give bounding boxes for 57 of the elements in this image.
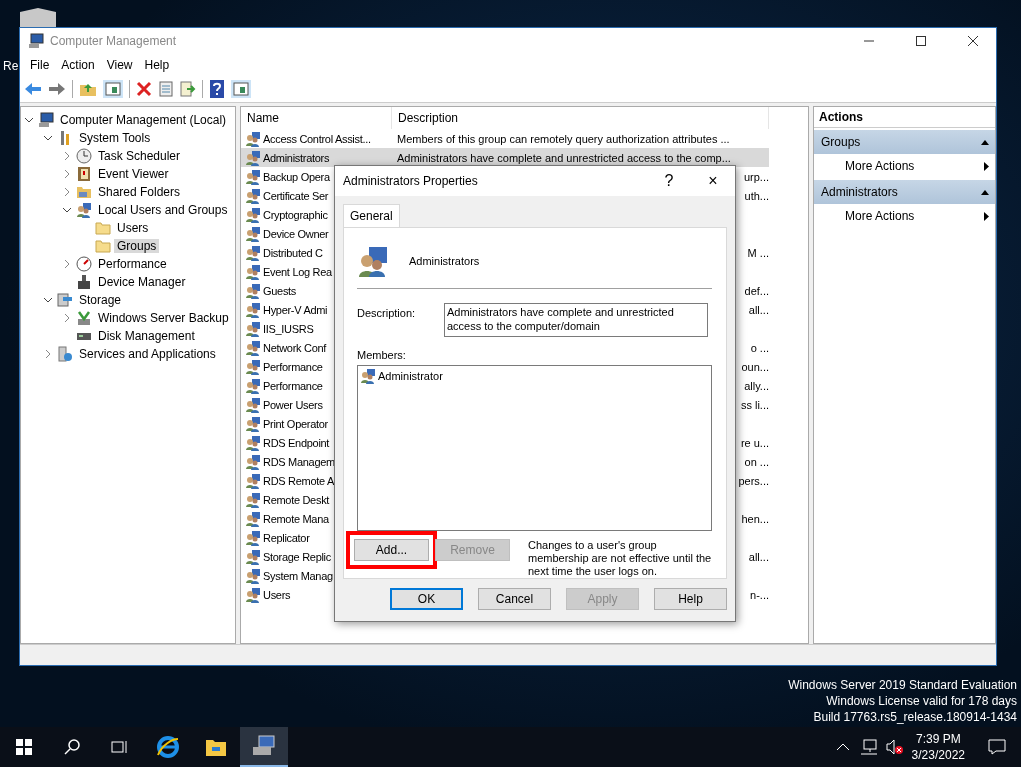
group-name: Remote Deskt bbox=[263, 493, 330, 506]
group-description: M ... bbox=[747, 246, 769, 259]
group-name: RDS Endpoint bbox=[263, 436, 330, 449]
group-name: Event Log Rea bbox=[263, 265, 332, 278]
group-name: Network Conf bbox=[263, 341, 327, 354]
group-name: Hyper-V Admi bbox=[263, 303, 328, 316]
group-name: Storage Replic bbox=[263, 550, 331, 563]
group-name: Print Operator bbox=[263, 417, 328, 430]
group-name: Access Control Assist... bbox=[263, 132, 371, 145]
edition-text: Windows Server 2019 Standard Evaluation bbox=[788, 677, 1017, 693]
group-name: Users bbox=[263, 588, 291, 601]
group-description: n-... bbox=[750, 588, 769, 601]
group-name: Cryptographic bbox=[263, 208, 328, 221]
group-description: on ... bbox=[744, 455, 769, 468]
group-name: RDS Managem bbox=[263, 455, 335, 468]
group-name: Performance bbox=[263, 379, 323, 392]
action-label: More Actions bbox=[845, 209, 915, 223]
group-name: Guests bbox=[263, 284, 297, 297]
group-name: System Manag bbox=[263, 569, 333, 582]
actions-header: Actions bbox=[814, 107, 995, 128]
description-label: Description: bbox=[357, 305, 417, 321]
group-description: all... bbox=[748, 303, 769, 316]
group-name: Backup Opera bbox=[263, 170, 330, 183]
dialog-title: Administrators Properties bbox=[343, 174, 479, 188]
group-name: Performance bbox=[263, 360, 323, 373]
group-description: hen... bbox=[741, 512, 769, 525]
group-name: Replicator bbox=[263, 531, 310, 544]
group-description: Administrators have complete and unrestricted access to the comp... bbox=[396, 151, 732, 164]
action-label: More Actions bbox=[845, 159, 915, 173]
group-name: Certificate Ser bbox=[263, 189, 329, 202]
group-name: RDS Remote A bbox=[263, 474, 334, 487]
desktop-icon-label: Re bbox=[3, 59, 19, 73]
group-name: Administrators bbox=[263, 151, 330, 164]
group-description: ally... bbox=[744, 379, 769, 392]
group-name: Power Users bbox=[263, 398, 323, 411]
group-description: def... bbox=[744, 284, 769, 297]
group-description: all... bbox=[748, 550, 769, 563]
group-name: Remote Mana bbox=[263, 512, 329, 525]
membership-note: Changes to a user's group membership are not effective until the next time the user logs on. bbox=[528, 539, 712, 578]
group-description: uth... bbox=[744, 189, 769, 202]
edition-text: Windows License valid for 178 days bbox=[825, 693, 1017, 709]
section-title: Groups bbox=[821, 135, 861, 149]
group-name: IIS_IUSRS bbox=[263, 322, 314, 335]
group-description: o ... bbox=[750, 341, 769, 354]
group-description: re u... bbox=[740, 436, 769, 449]
section-title: Administrators bbox=[821, 185, 898, 199]
group-description: ss li... bbox=[740, 398, 769, 411]
group-name: Administrators bbox=[409, 254, 480, 267]
group-description: urp... bbox=[743, 170, 769, 183]
group-description: Members of this group can remotely query authorization attributes ... bbox=[396, 132, 731, 145]
group-name: Device Owner bbox=[263, 227, 329, 240]
edition-text: Build 17763.rs5_release.180914-1434 bbox=[812, 709, 1017, 725]
window-title: Computer Management bbox=[50, 34, 178, 48]
group-description: pers... bbox=[738, 474, 769, 487]
group-description: oun... bbox=[741, 360, 769, 373]
group-name: Distributed C bbox=[263, 246, 323, 259]
members-label: Members: bbox=[357, 348, 407, 361]
